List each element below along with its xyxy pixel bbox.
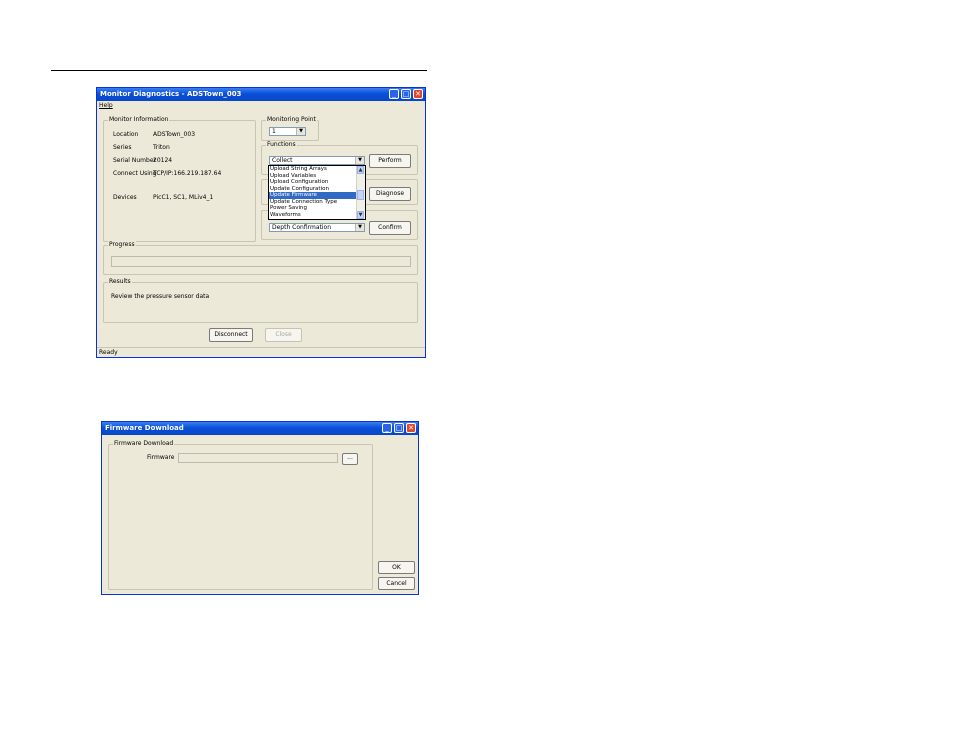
function-option[interactable]: Waveforms xyxy=(269,212,357,219)
firmware-path-input[interactable] xyxy=(178,453,338,463)
devices-label: Devices xyxy=(113,194,137,201)
maximize-icon[interactable]: □ xyxy=(394,423,404,433)
title-bar[interactable]: Firmware Download _ □ ✕ xyxy=(102,422,418,435)
close-button[interactable]: Close xyxy=(265,328,302,342)
confirmation-selected-value: Depth Confirmation xyxy=(272,224,332,231)
monitoring-point-group: Monitoring Point 1 ▼ xyxy=(261,116,319,141)
scroll-thumb[interactable] xyxy=(357,190,364,200)
series-label: Series xyxy=(113,144,132,151)
diagnose-button[interactable]: Diagnose xyxy=(369,187,411,201)
monitor-information-label: Monitor Information xyxy=(108,116,170,123)
page-divider-rule xyxy=(51,70,427,71)
ok-button[interactable]: OK xyxy=(378,561,415,574)
browse-button[interactable]: ... xyxy=(342,453,358,465)
results-group: Results Review the pressure sensor data xyxy=(103,278,418,323)
functions-dropdown-list[interactable]: Upload String Arrays Upload Variables Up… xyxy=(268,165,366,220)
close-icon[interactable]: ✕ xyxy=(413,89,423,99)
functions-select[interactable]: Collect ▼ xyxy=(269,156,365,165)
serial-number-label: Serial Number xyxy=(113,157,156,164)
monitoring-point-value: 1 xyxy=(272,128,276,135)
minimize-icon[interactable]: _ xyxy=(382,423,392,433)
monitor-information-group: Monitor Information Location ADSTown_003… xyxy=(103,116,256,242)
dropdown-scrollbar[interactable]: ▲ ▼ xyxy=(356,166,365,219)
title-bar[interactable]: Monitor Diagnostics - ADSTown_003 _ □ ✕ xyxy=(97,88,425,101)
functions-selected-value: Collect xyxy=(272,157,293,164)
minimize-icon[interactable]: _ xyxy=(389,89,399,99)
confirm-button[interactable]: Confirm xyxy=(369,221,411,235)
scroll-up-icon[interactable]: ▲ xyxy=(357,166,364,174)
results-text: Review the pressure sensor data xyxy=(111,293,210,300)
chevron-down-icon[interactable]: ▼ xyxy=(355,224,364,231)
status-text: Ready xyxy=(99,349,118,356)
firmware-download-label: Firmware Download xyxy=(113,440,175,447)
location-value: ADSTown_003 xyxy=(153,131,196,138)
connect-using-label: Connect Using xyxy=(113,170,157,177)
functions-options: Upload String Arrays Upload Variables Up… xyxy=(269,166,357,218)
chevron-down-icon[interactable]: ▼ xyxy=(296,128,305,135)
menu-help[interactable]: Help xyxy=(99,102,113,109)
disconnect-button[interactable]: Disconnect xyxy=(209,328,253,342)
monitoring-point-label: Monitoring Point xyxy=(266,116,317,123)
progress-bar xyxy=(111,256,411,267)
connect-using-value: TCP/IP:166.219.187.64 xyxy=(153,170,222,177)
location-label: Location xyxy=(113,131,139,138)
close-icon[interactable]: ✕ xyxy=(406,423,416,433)
monitor-diagnostics-window: Monitor Diagnostics - ADSTown_003 _ □ ✕ … xyxy=(96,87,426,358)
functions-label: Functions xyxy=(266,141,297,148)
progress-group: Progress xyxy=(103,241,418,275)
monitoring-point-select[interactable]: 1 ▼ xyxy=(269,127,306,136)
maximize-icon[interactable]: □ xyxy=(401,89,411,99)
devices-value: PicC1, SC1, MLiv4_1 xyxy=(153,194,214,201)
status-bar: Ready xyxy=(97,347,425,357)
progress-label: Progress xyxy=(108,241,136,248)
firmware-download-group: Firmware Download Firmware ... xyxy=(108,440,373,590)
series-value: Triton xyxy=(153,144,170,151)
serial-number-value: 20124 xyxy=(153,157,173,164)
window-title: Monitor Diagnostics - ADSTown_003 xyxy=(100,90,242,98)
firmware-download-window: Firmware Download _ □ ✕ Firmware Downloa… xyxy=(101,421,419,595)
cancel-button[interactable]: Cancel xyxy=(378,577,415,590)
results-label: Results xyxy=(108,278,132,285)
window-title: Firmware Download xyxy=(105,424,184,432)
confirmation-select[interactable]: Depth Confirmation ▼ xyxy=(269,223,365,232)
perform-button[interactable]: Perform xyxy=(369,154,411,168)
chevron-down-icon[interactable]: ▼ xyxy=(355,157,364,164)
firmware-label: Firmware xyxy=(147,454,175,461)
menu-bar: Help xyxy=(99,102,113,109)
scroll-down-icon[interactable]: ▼ xyxy=(357,211,364,219)
